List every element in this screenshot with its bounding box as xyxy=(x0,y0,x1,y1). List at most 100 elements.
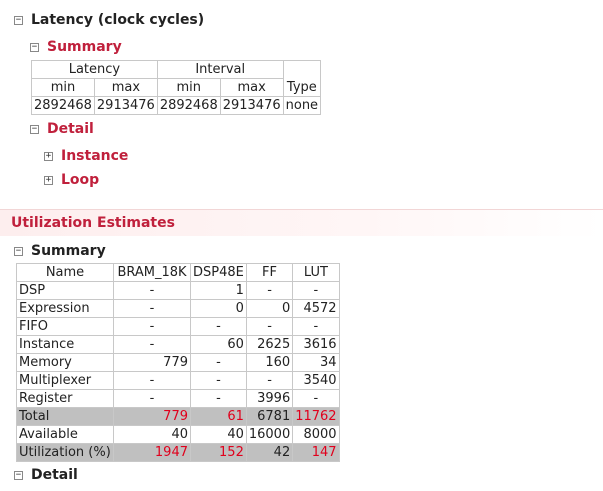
table-cell: - xyxy=(113,335,191,354)
table-cell: - xyxy=(190,371,247,390)
table-cell: 60 xyxy=(190,335,247,354)
table-cell: - xyxy=(113,389,191,408)
table-cell: 0 xyxy=(245,299,294,318)
row-name-cell: Memory xyxy=(16,353,114,372)
expand-icon[interactable]: + xyxy=(44,175,53,185)
interval-max-value: 2913476 xyxy=(219,96,284,115)
table-cell: 160 xyxy=(245,353,294,372)
interval-max-header: max xyxy=(219,78,284,97)
table-cell: - xyxy=(292,389,340,408)
table-cell: 1947 xyxy=(113,443,191,462)
table-row: Utilization (%) 1947 152 42 147 xyxy=(16,443,340,462)
table-cell: 0 xyxy=(190,299,247,318)
collapse-icon[interactable]: − xyxy=(14,246,23,256)
table-cell: 8000 xyxy=(292,425,340,444)
collapse-icon[interactable]: − xyxy=(14,15,23,25)
utilization-title: Utilization Estimates xyxy=(11,215,175,231)
table-cell: 3616 xyxy=(292,335,340,354)
table-row: Available 40 40 16000 8000 xyxy=(16,425,340,444)
table-cell: 3996 xyxy=(245,389,294,408)
expand-icon[interactable]: + xyxy=(44,151,53,161)
utilization-table: Name BRAM_18K DSP48E FF LUT DSP -1- - Expre… xyxy=(16,263,340,462)
row-name-cell: FIFO xyxy=(16,317,114,336)
table-cell: - xyxy=(245,317,294,336)
table-cell: 40 xyxy=(190,425,247,444)
latency-min-value: 2892468 xyxy=(31,96,95,115)
table-row: Instance -60 2625 3616 xyxy=(16,335,340,354)
table-row: 2892468 2913476 2892468 2913476 none xyxy=(31,96,322,115)
table-cell: - xyxy=(190,389,247,408)
latency-max-header: max xyxy=(93,78,158,97)
table-cell: 3540 xyxy=(292,371,340,390)
table-cell: - xyxy=(190,317,247,336)
table-row: Register - -3996- xyxy=(16,389,340,408)
table-row: Expression -0 0 4572 xyxy=(16,299,340,318)
table-cell: 61 xyxy=(190,407,247,426)
table-cell: - xyxy=(245,371,294,390)
collapse-icon[interactable]: − xyxy=(30,124,39,134)
latency-tree-node[interactable]: − Latency (clock cycles) xyxy=(14,12,204,28)
bram-header: BRAM_18K xyxy=(113,263,191,282)
latency-table: Latency Interval min max min max Type 28… xyxy=(31,60,322,115)
table-cell: 40 xyxy=(113,425,191,444)
table-cell: - xyxy=(292,317,340,336)
utilization-summary-heading: Summary xyxy=(31,243,106,259)
table-cell: - xyxy=(113,371,191,390)
table-cell: 147 xyxy=(292,443,340,462)
table-cell: - xyxy=(113,317,191,336)
table-cell: - xyxy=(113,299,191,318)
type-header: Type xyxy=(282,78,322,97)
latency-title: Latency (clock cycles) xyxy=(31,12,205,28)
latency-max-value: 2913476 xyxy=(93,96,158,115)
instance-tree-node[interactable]: + Instance xyxy=(44,148,128,164)
table-cell: 11762 xyxy=(292,407,340,426)
instance-heading: Instance xyxy=(61,148,129,164)
table-cell: 779 xyxy=(113,407,191,426)
table-cell: 42 xyxy=(245,443,294,462)
latency-min-header: min xyxy=(31,78,95,97)
interval-group-header: Interval xyxy=(156,60,284,79)
dsp-header: DSP48E xyxy=(190,263,247,282)
table-cell: - xyxy=(245,281,294,300)
ff-header: FF xyxy=(245,263,294,282)
table-row: DSP -1- - xyxy=(16,281,340,300)
row-name-cell: DSP xyxy=(16,281,114,300)
lut-header: LUT xyxy=(292,263,340,282)
table-row: FIFO - - - - xyxy=(16,317,340,336)
table-cell: 34 xyxy=(292,353,340,372)
row-name-cell: Multiplexer xyxy=(16,371,114,390)
utilization-section-header: Utilization Estimates xyxy=(0,209,603,236)
name-header: Name xyxy=(16,263,114,282)
table-cell: 4572 xyxy=(292,299,340,318)
table-cell: - xyxy=(113,281,191,300)
table-row: Memory 779-160 34 xyxy=(16,353,340,372)
table-cell: - xyxy=(292,281,340,300)
utilization-detail-heading: Detail xyxy=(31,467,78,483)
row-name-cell: Register xyxy=(16,389,114,408)
row-name-cell: Available xyxy=(16,425,114,444)
interval-min-header: min xyxy=(156,78,221,97)
type-header-spacer xyxy=(282,60,322,79)
table-row: Total 779 61 6781 11762 xyxy=(16,407,340,426)
table-cell: 1 xyxy=(190,281,247,300)
utilization-summary-node[interactable]: − Summary xyxy=(14,243,106,259)
loop-tree-node[interactable]: + Loop xyxy=(44,172,99,188)
table-cell: 16000 xyxy=(245,425,294,444)
row-name-cell: Expression xyxy=(16,299,114,318)
collapse-icon[interactable]: − xyxy=(30,42,39,52)
collapse-icon[interactable]: − xyxy=(14,470,23,480)
latency-summary-heading: Summary xyxy=(47,39,122,55)
table-cell: 152 xyxy=(190,443,247,462)
loop-heading: Loop xyxy=(61,172,100,188)
type-value: none xyxy=(282,96,322,115)
row-name-cell: Total xyxy=(16,407,114,426)
latency-detail-heading: Detail xyxy=(47,121,94,137)
table-cell: 6781 xyxy=(245,407,294,426)
utilization-detail-node[interactable]: − Detail xyxy=(14,467,78,483)
table-cell: - xyxy=(190,353,247,372)
table-cell: 2625 xyxy=(245,335,294,354)
table-row: Multiplexer - - -3540 xyxy=(16,371,340,390)
latency-detail-node[interactable]: − Detail xyxy=(30,121,94,137)
row-name-cell: Instance xyxy=(16,335,114,354)
latency-summary-node[interactable]: − Summary xyxy=(30,39,122,55)
